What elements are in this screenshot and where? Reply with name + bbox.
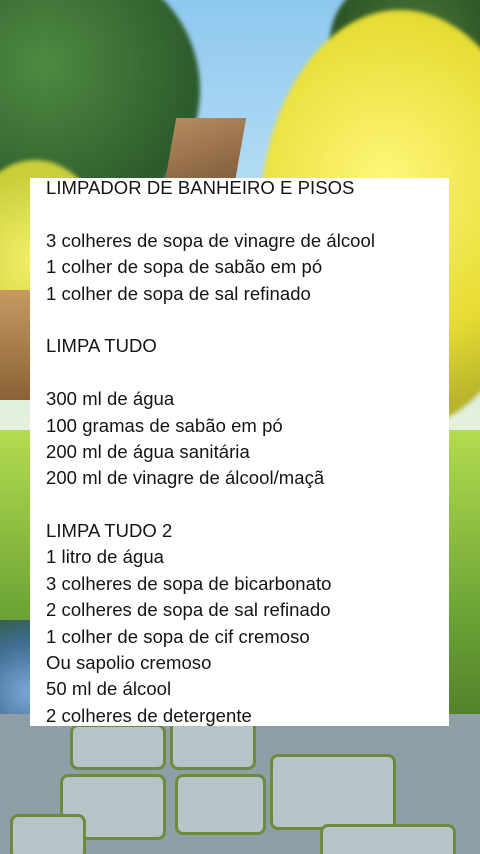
recipe-line: 3 colheres de sopa de bicarbonato bbox=[46, 572, 332, 594]
stone bbox=[175, 774, 266, 835]
recipe-line: 300 ml de água bbox=[46, 388, 175, 410]
recipe-card: LIMPADOR DE BANHEIRO E PISOS 3 colheres d… bbox=[30, 177, 449, 726]
recipe-line: Ou sapolio cremoso bbox=[46, 652, 212, 674]
recipe-line: 1 colher de sopa de sal refinado bbox=[46, 282, 311, 304]
recipe-line: 100 gramas de sabão em pó bbox=[46, 414, 283, 436]
stone bbox=[10, 814, 86, 854]
section-heading: LIMPADOR DE BANHEIRO E PISOS bbox=[46, 177, 355, 198]
stone-path bbox=[0, 714, 480, 854]
stone bbox=[70, 724, 166, 770]
recipe-line: 200 ml de vinagre de álcool/maçã bbox=[46, 467, 325, 489]
recipe-line: 50 ml de álcool bbox=[46, 678, 172, 700]
recipe-line: 1 litro de água bbox=[46, 546, 165, 568]
section-heading: LIMPA TUDO 2 bbox=[46, 520, 173, 542]
recipe-line: 2 colheres de sopa de sal refinado bbox=[46, 599, 331, 621]
stone bbox=[270, 754, 396, 830]
recipe-line: 200 ml de água sanitária bbox=[46, 440, 250, 462]
stone bbox=[320, 824, 456, 854]
recipe-line: 2 colheres de detergente bbox=[46, 704, 252, 726]
recipe-line: 1 colher de sopa de sabão em pó bbox=[46, 256, 323, 278]
section-heading: LIMPA TUDO bbox=[46, 335, 157, 357]
recipe-line: 3 colheres de sopa de vinagre de álcool bbox=[46, 229, 376, 251]
recipe-line: 1 colher de sopa de cif cremoso bbox=[46, 625, 310, 647]
